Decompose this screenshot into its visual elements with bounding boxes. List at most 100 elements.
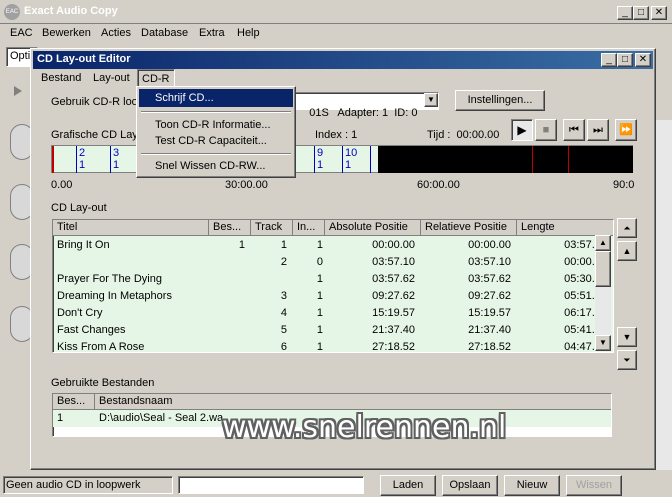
cell-titel: Don't Cry [57, 307, 103, 319]
menu-separator [141, 111, 291, 113]
cell-lengte: 04:47.70 [564, 341, 607, 353]
graphic-label: Grafische CD Lay [51, 129, 138, 141]
cell-bestand [209, 322, 245, 339]
timeline-tick-label: 90:0 [613, 179, 635, 191]
cell-track: 1 [280, 239, 287, 251]
column-header-absolute[interactable]: Absolute Positie [325, 220, 421, 236]
instellingen-button[interactable]: Instellingen... [455, 90, 545, 111]
cell-track: 3 [280, 290, 287, 302]
menu-bewerken[interactable]: Bewerken [40, 24, 93, 42]
table-row[interactable]: Don't Cry 4 1 15:19.57 15:19.57 06:17.58 [53, 305, 607, 322]
move-up-button[interactable]: ▲ [617, 241, 637, 261]
nieuw-button[interactable]: Nieuw [504, 475, 560, 496]
menu-acties[interactable]: Acties [99, 24, 133, 42]
column-header-bestand[interactable]: Bes... [209, 220, 251, 236]
cell-bestand [209, 254, 245, 271]
cell-relative: 03:57.62 [468, 273, 511, 285]
menu-extra[interactable]: Extra [197, 24, 227, 42]
fast-forward-button[interactable]: ⏩ [615, 119, 637, 141]
editor-maximize-button[interactable]: □ [617, 53, 633, 67]
menu-database[interactable]: Database [139, 24, 190, 42]
cell-absolute: 21:37.40 [372, 324, 415, 336]
move-down-button[interactable]: ▼ [617, 327, 637, 347]
cell-lengte: 05:30.00 [564, 273, 607, 285]
timeline-index-number: 1 [113, 159, 120, 171]
cell-index: 1 [316, 341, 323, 353]
cell-bestand [209, 271, 245, 288]
chevron-down-icon[interactable]: ▼ [424, 93, 438, 107]
play-button[interactable]: ▶ [511, 119, 533, 141]
cell-index: 1 [316, 273, 323, 285]
scroll-thumb[interactable] [595, 251, 611, 287]
layout-table[interactable]: Titel Bes... Track In... Absolute Positi… [52, 219, 614, 353]
layout-scrollbar[interactable]: ▲ ▼ [595, 235, 611, 351]
cell-absolute: 27:18.52 [372, 341, 415, 353]
table-row[interactable]: Bring It On 1 1 1 00:00.00 00:00.00 03:57.10 [53, 237, 607, 254]
laden-button[interactable]: Laden [380, 475, 436, 496]
menu-bestand[interactable]: Bestand [39, 69, 83, 87]
cell-track: 5 [280, 324, 287, 336]
cell-titel: Bring It On [57, 239, 110, 251]
drive-select[interactable]: 01S Adapter: 1 ID: 0 ▼ [293, 92, 439, 119]
cell-absolute: 09:27.62 [372, 290, 415, 302]
table-row[interactable]: Kiss From A Rose 6 1 27:18.52 27:18.52 04:47.… [53, 339, 607, 353]
menu-item-snel-wissen[interactable]: Snel Wissen CD-RW... [139, 157, 293, 175]
table-row[interactable]: Dreaming In Metaphors 3 1 09:27.62 09:27.62 0… [53, 288, 607, 305]
move-bottom-button[interactable]: ⏷ [617, 350, 637, 370]
timeline-limit-marker [568, 146, 569, 173]
cell-absolute: 03:57.62 [372, 273, 415, 285]
stop-button[interactable]: ■ [535, 119, 557, 141]
timeline-track-start-marker [52, 146, 54, 173]
files-label: Gebruikte Bestanden [51, 377, 155, 389]
cell-lengte: 06:17.58 [564, 307, 607, 319]
menu-item-test-cdr-capaciteit[interactable]: Test CD-R Capaciteit... [139, 132, 293, 150]
maximize-button[interactable]: □ [633, 6, 649, 20]
menu-cdr[interactable]: CD-R [137, 69, 175, 87]
table-row[interactable]: Prayer For The Dying 1 03:57.62 03:57.62 05:… [53, 271, 607, 288]
cell-bestand [209, 288, 245, 305]
scroll-up-button[interactable]: ▲ [595, 235, 611, 251]
cell-index: 0 [316, 256, 323, 268]
table-row[interactable]: Fast Changes 5 1 21:37.40 21:37.40 05:41.12 [53, 322, 607, 339]
menu-help[interactable]: Help [235, 24, 262, 42]
cell-bestand [209, 305, 245, 322]
column-header-titel[interactable]: Titel [53, 220, 209, 236]
cell-track: 4 [280, 307, 287, 319]
timeline-tick-label: 30:00.00 [225, 179, 268, 191]
column-header-relative[interactable]: Relatieve Positie [421, 220, 517, 236]
cell-absolute: 15:19.57 [372, 307, 415, 319]
cell-track: 6 [280, 341, 287, 353]
minimize-button[interactable]: _ [617, 6, 633, 20]
cell-lengte: 05:51.70 [564, 290, 607, 302]
menu-item-schrijf-cd[interactable]: Schrijf CD... [139, 89, 293, 107]
table-row[interactable]: 2 0 03:57.10 03:57.10 00:00.52 [53, 254, 607, 271]
opslaan-button[interactable]: Opslaan [442, 475, 498, 496]
menu-layout[interactable]: Lay-out [91, 69, 132, 87]
menu-eac[interactable]: EAC [8, 24, 35, 42]
drive-label: Gebruik CD-R loop [51, 96, 144, 108]
bottom-combo[interactable] [178, 476, 364, 494]
wissen-button[interactable]: Wissen [566, 475, 622, 496]
column-header-lengte[interactable]: Lengte [517, 220, 613, 236]
cell-index: 1 [316, 324, 323, 336]
cell-track: 2 [280, 256, 287, 268]
cell-relative: 15:19.57 [468, 307, 511, 319]
main-menu-bar: EAC Bewerken Acties Database Extra Help [0, 24, 672, 42]
column-header-index[interactable]: In... [293, 220, 325, 236]
timeline-track-number: 9 [317, 147, 324, 159]
cdr-dropdown-menu: Schrijf CD... Toon CD-R Informatie... Te… [136, 86, 296, 178]
scroll-down-button[interactable]: ▼ [595, 335, 611, 351]
play-arrow-icon[interactable] [14, 86, 22, 96]
files-column-bestand[interactable]: Bes... [53, 394, 95, 410]
previous-track-button[interactable]: ⏮ [563, 119, 585, 141]
watermark: www.snelrennen.nl [222, 410, 507, 445]
cell-relative: 00:00.00 [468, 239, 511, 251]
editor-minimize-button[interactable]: _ [601, 53, 617, 67]
column-header-track[interactable]: Track [251, 220, 293, 236]
editor-close-button[interactable]: ✕ [635, 53, 651, 67]
files-column-bestandsnaam[interactable]: Bestandsnaam [95, 394, 611, 410]
close-button[interactable]: ✕ [651, 6, 667, 20]
move-top-button[interactable]: ⏶ [617, 218, 637, 238]
timeline-track-marker [314, 146, 315, 173]
next-track-button[interactable]: ⏭ [587, 119, 609, 141]
